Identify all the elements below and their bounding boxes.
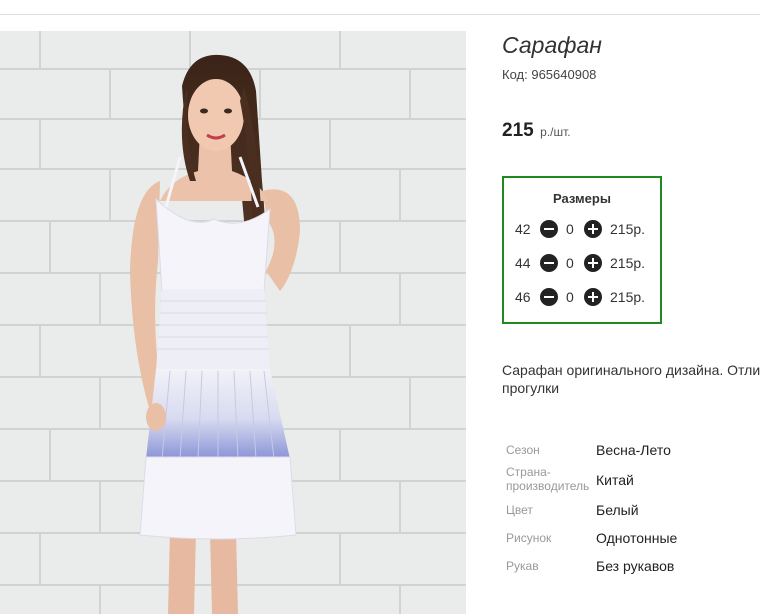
product-code-label: Код: bbox=[502, 67, 528, 82]
plus-icon-vertical bbox=[592, 292, 594, 302]
size-label: 42 bbox=[515, 221, 531, 237]
minus-icon bbox=[544, 262, 554, 264]
minus-icon bbox=[544, 228, 554, 230]
attr-label-color: Цвет bbox=[506, 503, 533, 517]
attr-label-country-line: Страна- bbox=[506, 465, 551, 479]
decrease-qty-button[interactable] bbox=[540, 254, 558, 272]
quantity-value: 0 bbox=[566, 289, 574, 305]
attr-value-sleeve: Без рукавов bbox=[596, 558, 675, 574]
product-code-value: 965640908 bbox=[531, 67, 597, 82]
description-line: прогулки bbox=[502, 380, 560, 396]
attr-label-sleeve: Рукав bbox=[506, 559, 539, 573]
attr-value-country: Китай bbox=[596, 472, 634, 488]
size-row: 42 0 215р. bbox=[504, 219, 660, 239]
attr-label-country: Страна- производитель bbox=[506, 465, 589, 493]
quantity-value: 0 bbox=[566, 221, 574, 237]
attr-label-season: Сезон bbox=[506, 443, 540, 457]
size-label: 46 bbox=[515, 289, 531, 305]
increase-qty-button[interactable] bbox=[584, 288, 602, 306]
quantity-value: 0 bbox=[566, 255, 574, 271]
price-unit: р./шт. bbox=[540, 125, 571, 139]
size-price: 215р. bbox=[610, 255, 646, 271]
size-price: 215р. bbox=[610, 289, 646, 305]
attr-value-color: Белый bbox=[596, 502, 639, 518]
size-label: 44 bbox=[515, 255, 531, 271]
size-row: 44 0 215р. bbox=[504, 253, 660, 273]
product-price: 215 р./шт. bbox=[502, 120, 571, 142]
decrease-qty-button[interactable] bbox=[540, 288, 558, 306]
sizes-title: Размеры bbox=[553, 191, 611, 206]
product-description: Сарафан оригинального дизайна. Отли прог… bbox=[502, 361, 760, 397]
size-row: 46 0 215р. bbox=[504, 287, 660, 307]
decrease-qty-button[interactable] bbox=[540, 220, 558, 238]
size-price: 215р. bbox=[610, 221, 646, 237]
product-title: Сарафан bbox=[502, 32, 602, 58]
plus-icon-vertical bbox=[592, 224, 594, 234]
minus-icon bbox=[544, 296, 554, 298]
attr-label-pattern: Рисунок bbox=[506, 531, 552, 545]
attr-value-season: Весна-Лето bbox=[596, 442, 671, 458]
description-line: Сарафан оригинального дизайна. Отли bbox=[502, 362, 760, 378]
product-code: Код: 965640908 bbox=[502, 67, 596, 82]
plus-icon-vertical bbox=[592, 258, 594, 268]
attr-value-pattern: Однотонные bbox=[596, 530, 678, 546]
increase-qty-button[interactable] bbox=[584, 220, 602, 238]
increase-qty-button[interactable] bbox=[584, 254, 602, 272]
product-photo[interactable] bbox=[0, 31, 466, 614]
sizes-panel: Размеры 42 0 215р. 44 0 215р. 46 0 215р. bbox=[502, 176, 662, 324]
attr-label-country-line: производитель bbox=[506, 479, 590, 493]
price-amount: 215 bbox=[502, 120, 534, 141]
top-divider bbox=[0, 14, 760, 15]
